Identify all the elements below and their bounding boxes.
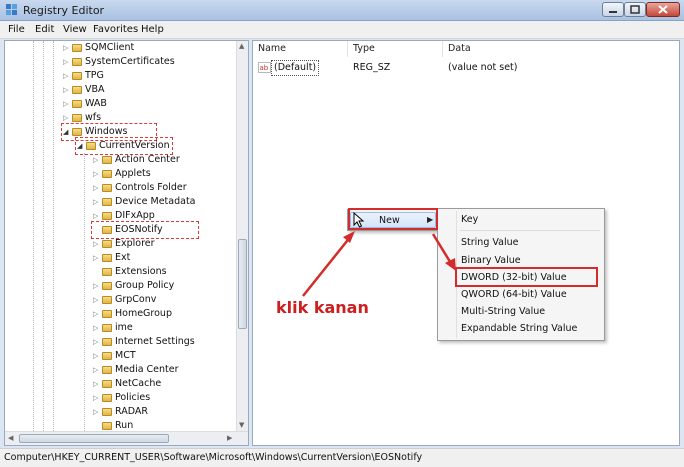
registry-editor-window: Registry Editor File Edit View Favorites… (0, 0, 684, 467)
status-bar: Computer\HKEY_CURRENT_USER\Software\Micr… (0, 448, 684, 467)
arrow-to-new-icon (302, 231, 355, 297)
annotation-text: klik kanan (276, 298, 369, 317)
status-path: Computer\HKEY_CURRENT_USER\Software\Micr… (4, 452, 423, 463)
arrow-to-dword-icon (431, 233, 456, 271)
annotation-arrows (302, 231, 456, 297)
